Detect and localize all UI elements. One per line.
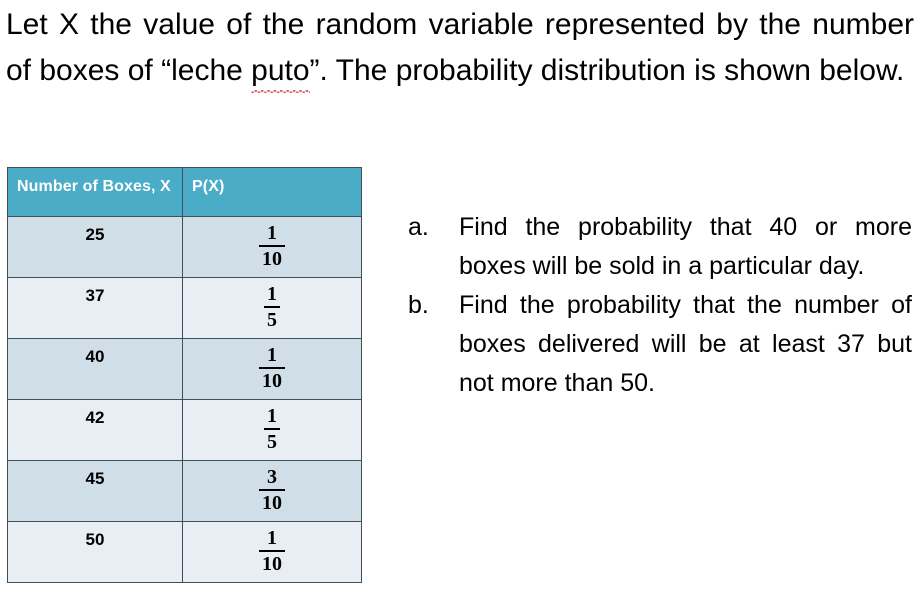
cell-x-value: 40 — [7, 338, 183, 400]
fraction: 1 10 — [259, 343, 285, 391]
fraction-denominator: 5 — [264, 428, 280, 452]
misspelled-word-puto: puto — [251, 48, 310, 94]
fraction-denominator: 10 — [259, 489, 285, 513]
cell-probability: 1 10 — [182, 216, 362, 278]
fraction: 3 10 — [259, 465, 285, 513]
fraction-denominator: 10 — [259, 245, 285, 269]
table-row: 40 1 10 — [7, 338, 362, 400]
fraction-numerator: 1 — [267, 222, 277, 244]
cell-x-value: 25 — [7, 216, 183, 278]
column-header-px: P(X) — [182, 167, 362, 217]
cell-probability: 1 10 — [182, 521, 362, 583]
cell-probability: 1 5 — [182, 399, 362, 461]
probability-distribution-table: Number of Boxes, X P(X) 25 1 10 37 1 5 4… — [7, 167, 362, 583]
table-row: 25 1 10 — [7, 216, 362, 278]
table-header-row: Number of Boxes, X P(X) — [7, 167, 362, 217]
list-item: b. Find the probability that the number … — [408, 286, 912, 403]
list-marker-b: b. — [408, 291, 429, 319]
cell-x-value: 50 — [7, 521, 183, 583]
table-row: 50 1 10 — [7, 521, 362, 583]
cell-x-value: 42 — [7, 399, 183, 461]
list-item: a. Find the probability that 40 or more … — [408, 208, 912, 286]
column-header-number-of-boxes: Number of Boxes, X — [7, 167, 183, 217]
question-b-text: Find the probability that the number of … — [459, 291, 912, 397]
fraction: 1 10 — [259, 221, 285, 269]
fraction-numerator: 1 — [267, 405, 277, 427]
cell-probability: 1 5 — [182, 277, 362, 339]
cell-x-value: 45 — [7, 460, 183, 522]
fraction-numerator: 3 — [267, 466, 277, 488]
table-row: 37 1 5 — [7, 277, 362, 339]
fraction: 1 10 — [259, 526, 285, 574]
intro-paragraph: Let X the value of the random variable r… — [6, 2, 914, 94]
fraction-denominator: 5 — [264, 306, 280, 330]
questions-list: a. Find the probability that 40 or more … — [408, 208, 912, 403]
cell-probability: 1 10 — [182, 338, 362, 400]
table-row: 42 1 5 — [7, 399, 362, 461]
question-a-text: Find the probability that 40 or more box… — [459, 213, 912, 280]
fraction: 1 5 — [264, 404, 280, 452]
table-row: 45 3 10 — [7, 460, 362, 522]
fraction: 1 5 — [264, 282, 280, 330]
fraction-denominator: 10 — [259, 550, 285, 574]
fraction-denominator: 10 — [259, 367, 285, 391]
cell-x-value: 37 — [7, 277, 183, 339]
list-marker-a: a. — [408, 213, 429, 241]
intro-text-after: ”. The probability distribution is shown… — [309, 54, 905, 87]
cell-probability: 3 10 — [182, 460, 362, 522]
fraction-numerator: 1 — [267, 283, 277, 305]
fraction-numerator: 1 — [267, 527, 277, 549]
fraction-numerator: 1 — [267, 344, 277, 366]
